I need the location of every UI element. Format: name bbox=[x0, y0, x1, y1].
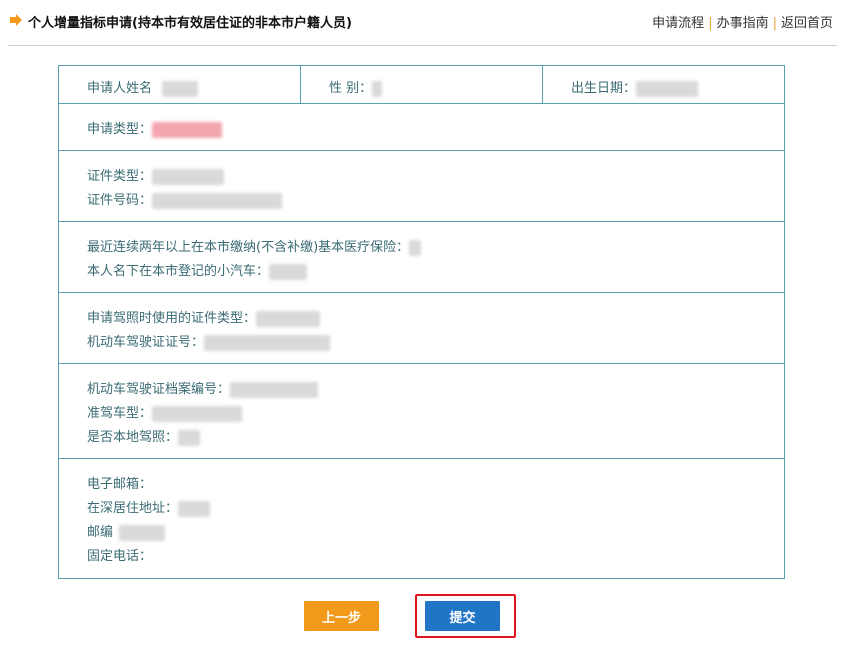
id-type-value bbox=[152, 168, 225, 185]
car-label: 本人名下在本市登记的小汽车： bbox=[87, 264, 270, 279]
license-info-row: 申请驾照时使用的证件类型： 机动车驾驶证证号： bbox=[59, 293, 784, 364]
address-value bbox=[178, 500, 211, 517]
license-file-label: 机动车驾驶证档案编号： bbox=[87, 382, 231, 397]
gender-cell: 性 别： bbox=[301, 66, 543, 103]
header-links: 申请流程 | 办事指南 | 返回首页 bbox=[652, 12, 833, 31]
id-number-label: 证件号码： bbox=[87, 193, 153, 208]
license-detail-row: 机动车驾驶证档案编号： 准驾车型： 是否本地驾照： bbox=[59, 364, 784, 459]
address-label: 在深居住地址： bbox=[87, 501, 179, 516]
personal-info-row: 申请人姓名 性 别： 出生日期： bbox=[59, 66, 784, 104]
car-value bbox=[269, 263, 308, 280]
id-info-row: 证件类型： 证件号码： bbox=[59, 151, 784, 222]
separator: | bbox=[772, 16, 777, 31]
application-type-label: 申请类型： bbox=[87, 122, 153, 137]
birth-date-value bbox=[636, 80, 699, 97]
license-number-value bbox=[204, 334, 331, 351]
application-summary-panel: 申请人姓名 性 别： 出生日期： 申请类型： 证件类型： 证件号码： 最近连续两… bbox=[58, 65, 785, 579]
postcode-value bbox=[119, 524, 166, 541]
page-header: 个人增量指标申请(持本市有效居住证的非本市户籍人员) 申请流程 | 办事指南 | 返回首… bbox=[0, 0, 851, 46]
applicant-name-value bbox=[162, 80, 199, 97]
submit-button[interactable]: 提交 bbox=[425, 601, 500, 631]
link-application-process[interactable]: 申请流程 bbox=[652, 16, 704, 31]
license-id-type-value bbox=[256, 310, 321, 327]
vehicle-class-label: 准驾车型： bbox=[87, 406, 153, 421]
gender-label: 性 别： bbox=[329, 81, 373, 96]
id-number-value bbox=[152, 192, 283, 209]
local-license-value bbox=[178, 429, 201, 446]
arrow-right-icon bbox=[10, 14, 22, 26]
application-type-value bbox=[152, 121, 223, 138]
birth-date-cell: 出生日期： bbox=[543, 66, 784, 103]
license-id-type-label: 申请驾照时使用的证件类型： bbox=[87, 311, 257, 326]
separator: | bbox=[708, 16, 713, 31]
insurance-label: 最近连续两年以上在本市缴纳(不含补缴)基本医疗保险： bbox=[87, 240, 410, 255]
page-title: 个人增量指标申请(持本市有效居住证的非本市户籍人员) bbox=[28, 16, 352, 31]
license-file-value bbox=[230, 381, 319, 398]
applicant-name-label: 申请人姓名 bbox=[87, 81, 153, 96]
insurance-value bbox=[409, 239, 422, 256]
local-license-label: 是否本地驾照： bbox=[87, 430, 179, 445]
id-type-label: 证件类型： bbox=[87, 169, 153, 184]
vehicle-class-value bbox=[152, 405, 243, 422]
name-cell: 申请人姓名 bbox=[59, 66, 301, 103]
previous-step-button[interactable]: 上一步 bbox=[304, 601, 379, 631]
link-home[interactable]: 返回首页 bbox=[781, 16, 833, 31]
birth-date-label: 出生日期： bbox=[571, 81, 637, 96]
header-divider bbox=[8, 45, 837, 46]
insurance-car-row: 最近连续两年以上在本市缴纳(不含补缴)基本医疗保险： 本人名下在本市登记的小汽车… bbox=[59, 222, 784, 293]
phone-label: 固定电话： bbox=[87, 549, 153, 564]
license-number-label: 机动车驾驶证证号： bbox=[87, 335, 205, 350]
application-type-row: 申请类型： bbox=[59, 104, 784, 151]
postcode-label: 邮编 bbox=[87, 525, 114, 540]
contact-info-row: 电子邮箱： 在深居住地址： 邮编 固定电话： bbox=[59, 459, 784, 578]
gender-value bbox=[372, 80, 383, 97]
email-label: 电子邮箱： bbox=[87, 477, 153, 492]
link-guide[interactable]: 办事指南 bbox=[717, 16, 769, 31]
